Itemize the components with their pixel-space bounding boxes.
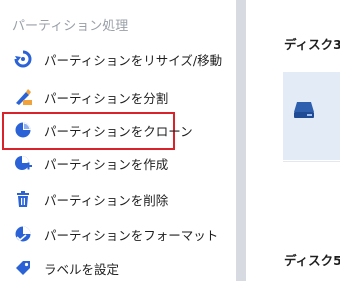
- menu-item-delete[interactable]: パーティションを削除: [14, 186, 168, 212]
- menu-item-label: パーティションを分割: [44, 90, 169, 106]
- delete-trash-icon: [14, 190, 32, 208]
- split-partition-icon: [14, 88, 32, 106]
- menu-item-label: パーティションをクローン: [44, 123, 193, 139]
- resize-move-icon: [14, 50, 32, 68]
- menu-item-resize-move[interactable]: パーティションをリサイズ/移動: [14, 46, 222, 72]
- menu-item-set-label[interactable]: ラベルを設定: [14, 255, 119, 281]
- label-tag-icon: [14, 259, 32, 277]
- disk-card[interactable]: [283, 72, 340, 160]
- menu-item-label: パーティションをリサイズ/移動: [44, 52, 223, 68]
- disk-label: ディスク5: [284, 253, 340, 268]
- hard-drive-icon: [293, 101, 315, 123]
- menu-item-label: パーティションを作成: [44, 156, 169, 172]
- create-partition-icon: [14, 154, 32, 172]
- partition-operations-sidebar: パーティション処理 パーティションをリサイズ/移動 パーティションを分割 パーテ…: [0, 0, 236, 281]
- disk-label: ディスク3: [284, 37, 340, 52]
- clone-partition-icon: [14, 121, 32, 139]
- menu-item-format[interactable]: パーティションをフォーマット: [14, 221, 218, 247]
- menu-item-split[interactable]: パーティションを分割: [14, 84, 168, 110]
- menu-item-clone[interactable]: パーティションをクローン: [14, 117, 193, 143]
- menu-item-label: パーティションをフォーマット: [44, 227, 219, 243]
- menu-item-label: ラベルを設定: [44, 261, 120, 277]
- format-partition-icon: [14, 225, 32, 243]
- section-title: パーティション処理: [12, 19, 129, 34]
- divider-line: [283, 161, 340, 162]
- disk-panel: ディスク3 ディスク5: [246, 0, 340, 281]
- menu-item-create[interactable]: パーティションを作成: [14, 150, 168, 176]
- menu-item-label: パーティションを削除: [44, 192, 169, 208]
- panel-divider: [236, 0, 246, 281]
